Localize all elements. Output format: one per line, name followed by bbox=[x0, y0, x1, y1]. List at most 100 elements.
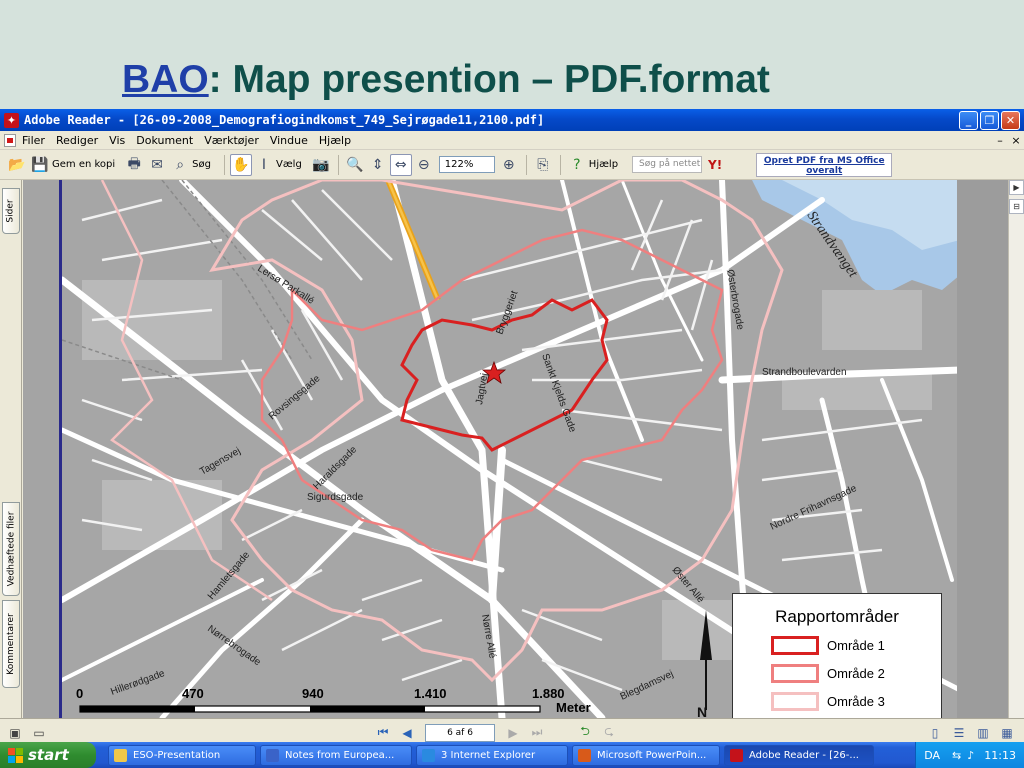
legend-item: Område 3 bbox=[771, 692, 941, 711]
legend-item: Område 2 bbox=[771, 664, 941, 683]
last-page-icon[interactable]: ⏭ bbox=[528, 724, 546, 742]
vertical-scrollbar[interactable]: ▶ ⊟ bbox=[1008, 180, 1024, 718]
north-label: N bbox=[697, 704, 707, 718]
scale-unit: Meter bbox=[556, 700, 591, 715]
layout-icon[interactable]: ▣ bbox=[6, 724, 24, 742]
title-link[interactable]: BAO bbox=[122, 58, 209, 101]
document-icon[interactable] bbox=[4, 133, 16, 147]
map-page: N Strandvænget Lersø Parkallé Bryggeriet… bbox=[59, 180, 957, 718]
tab-pages-label: Sider bbox=[6, 199, 17, 223]
task-label: 3 Internet Explorer bbox=[441, 749, 536, 761]
menu-edit[interactable]: Rediger bbox=[56, 134, 98, 147]
task-label: Notes from Europea... bbox=[285, 749, 395, 761]
powerpoint-icon bbox=[578, 748, 591, 762]
menu-view[interactable]: Vis bbox=[109, 134, 125, 147]
zoom-in-tool-icon[interactable]: 🔍 bbox=[344, 154, 366, 176]
task-button[interactable]: ESO-Presentation bbox=[108, 744, 256, 766]
tab-comments[interactable]: Kommentarer bbox=[2, 600, 20, 688]
fit-page-icon[interactable]: ⇕ bbox=[367, 154, 389, 176]
menu-tools[interactable]: Værktøjer bbox=[204, 134, 259, 147]
facing-icon[interactable]: ▥ bbox=[974, 724, 992, 742]
menu-help[interactable]: Hjælp bbox=[319, 134, 351, 147]
forward-view-icon[interactable]: ⮎ bbox=[600, 724, 618, 742]
web-search-input[interactable]: Søg på nettet bbox=[632, 156, 703, 173]
continuous-icon[interactable]: ☰ bbox=[950, 724, 968, 742]
save-icon[interactable]: 💾 bbox=[29, 154, 51, 176]
taskbar: start ESO-Presentation Notes from Europe… bbox=[0, 742, 1024, 768]
tab-attachments[interactable]: Vedhæftede filer bbox=[2, 502, 20, 596]
task-button[interactable]: Notes from Europea... bbox=[260, 744, 412, 766]
menu-file[interactable]: Filer bbox=[22, 134, 45, 147]
adobe-reader-icon bbox=[730, 748, 743, 762]
minimize-button[interactable]: _ bbox=[959, 110, 978, 130]
doc-minimize-button[interactable]: – bbox=[992, 134, 1008, 147]
open-folder-icon[interactable]: 📂 bbox=[6, 154, 28, 176]
task-button[interactable]: 3 Internet Explorer bbox=[416, 744, 568, 766]
map-legend: Rapportområder Område 1 Område 2 Område … bbox=[732, 593, 942, 718]
previous-page-icon[interactable]: ◀ bbox=[398, 724, 416, 742]
restore-button[interactable]: ❐ bbox=[980, 110, 999, 130]
legend-swatch bbox=[771, 692, 819, 711]
scroll-right-arrow-icon[interactable]: ▶ bbox=[1009, 180, 1024, 195]
yahoo-icon[interactable]: Y! bbox=[708, 158, 722, 172]
legend-label: Område 1 bbox=[827, 638, 885, 653]
rotate-view-icon[interactable]: ⎘ bbox=[532, 154, 554, 176]
scale-label: 470 bbox=[182, 686, 204, 701]
scale-label: 0 bbox=[76, 686, 83, 701]
main-toolbar: 📂 💾 Gem en kopi 🖶 ✉ ⌕ Søg ✋ Ⅰ Vælg 📷 🔍 ⇕… bbox=[0, 150, 1024, 180]
task-label: Microsoft PowerPoin... bbox=[597, 749, 707, 761]
system-tray: DA ⇆ ♪ 11:13 bbox=[915, 742, 1024, 768]
scale-label: 1.880 bbox=[532, 686, 565, 701]
binoculars-icon[interactable]: ⌕ bbox=[169, 154, 191, 176]
help-icon[interactable]: ? bbox=[566, 154, 588, 176]
window-titlebar[interactable]: ✦ Adobe Reader - [26-09-2008_Demografiog… bbox=[0, 109, 1024, 131]
page-number-field[interactable]: 6 af 6 bbox=[425, 723, 495, 742]
start-label: start bbox=[28, 746, 69, 764]
legend-title: Rapportområder bbox=[775, 607, 899, 626]
document-viewport[interactable]: N Strandvænget Lersø Parkallé Bryggeriet… bbox=[23, 180, 1008, 718]
select-button[interactable]: Vælg bbox=[276, 159, 302, 170]
menu-document[interactable]: Dokument bbox=[136, 134, 193, 147]
zoom-out-icon[interactable]: ⊖ bbox=[413, 154, 435, 176]
help-button[interactable]: Hjælp bbox=[589, 159, 618, 170]
language-indicator[interactable]: DA bbox=[924, 749, 940, 762]
navigation-panel: Sider Vedhæftede filer Kommentarer bbox=[0, 180, 22, 718]
fit-width-icon[interactable]: ⇔ bbox=[389, 153, 412, 176]
split-icon[interactable]: ⊟ bbox=[1009, 199, 1024, 214]
snapshot-icon[interactable]: 📷 bbox=[310, 154, 332, 176]
save-copy-button[interactable]: Gem en kopi bbox=[52, 159, 115, 170]
volume-icon[interactable]: ♪ bbox=[967, 749, 974, 762]
single-page-icon[interactable]: ▯ bbox=[926, 724, 944, 742]
zoom-level-select[interactable]: 122% bbox=[438, 156, 495, 173]
title-text: : Map presention – PDF.format bbox=[208, 58, 770, 101]
search-button[interactable]: Søg bbox=[192, 159, 211, 170]
menu-window[interactable]: Vindue bbox=[270, 134, 308, 147]
network-icon[interactable]: ⇆ bbox=[952, 749, 961, 762]
first-page-icon[interactable]: ⏮ bbox=[374, 724, 392, 742]
print-icon[interactable]: 🖶 bbox=[123, 154, 145, 176]
legend-swatch bbox=[771, 664, 819, 683]
hand-tool-icon[interactable]: ✋ bbox=[230, 153, 252, 176]
legend-label: Område 2 bbox=[827, 666, 885, 681]
continuous-facing-icon[interactable]: ▦ bbox=[998, 724, 1016, 742]
task-button-active[interactable]: Adobe Reader - [26-... bbox=[724, 744, 874, 766]
select-text-icon[interactable]: Ⅰ bbox=[253, 154, 275, 176]
start-button[interactable]: start bbox=[0, 742, 96, 768]
back-view-icon[interactable]: ⮌ bbox=[576, 724, 594, 742]
next-page-icon[interactable]: ▶ bbox=[504, 724, 522, 742]
tab-pages[interactable]: Sider bbox=[2, 188, 20, 234]
scale-label: 1.410 bbox=[414, 686, 447, 701]
zoom-in-icon[interactable]: ⊕ bbox=[498, 154, 520, 176]
email-icon[interactable]: ✉ bbox=[146, 154, 168, 176]
promo-line-1: Opret PDF fra MS Office bbox=[763, 155, 885, 166]
collapse-icon[interactable]: ▭ bbox=[30, 724, 48, 742]
close-button[interactable]: ✕ bbox=[1001, 110, 1020, 130]
task-button[interactable]: Microsoft PowerPoin... bbox=[572, 744, 720, 766]
tab-attachments-label: Vedhæftede filer bbox=[6, 511, 16, 587]
create-pdf-link[interactable]: Opret PDF fra MS Office overalt bbox=[756, 152, 893, 177]
tab-comments-label: Kommentarer bbox=[6, 613, 16, 675]
clock: 11:13 bbox=[984, 748, 1016, 762]
menu-bar: Filer Rediger Vis Dokument Værktøjer Vin… bbox=[0, 131, 1024, 150]
legend-swatch bbox=[771, 636, 819, 655]
doc-close-button[interactable]: × bbox=[1008, 134, 1024, 147]
